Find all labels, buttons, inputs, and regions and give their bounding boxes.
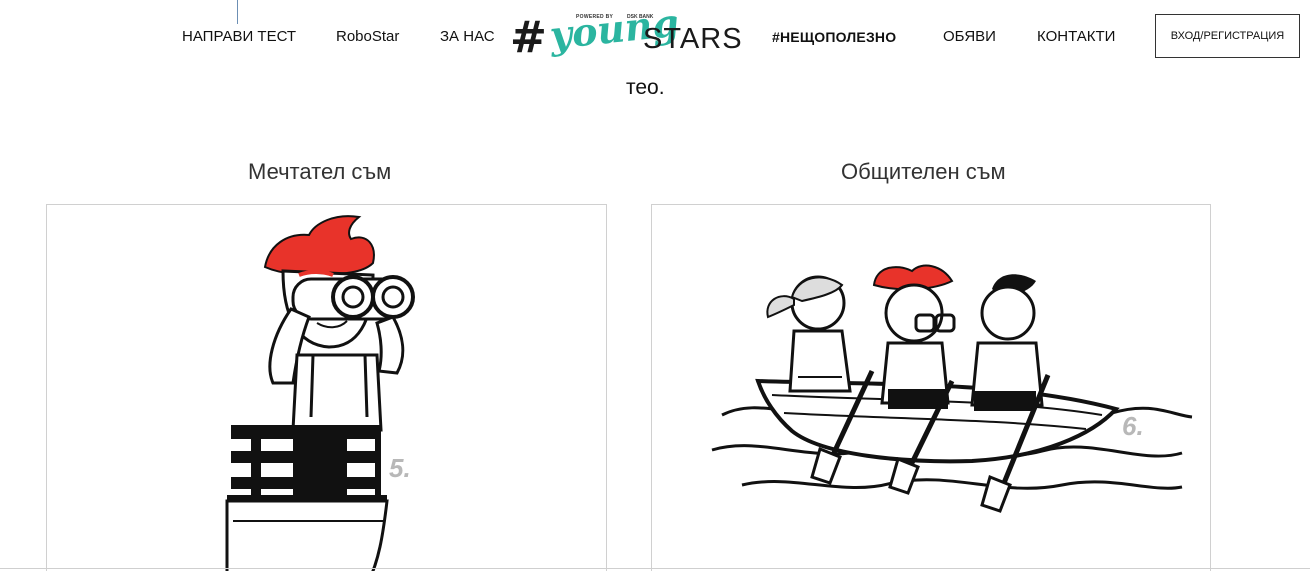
sociable-illustration bbox=[711, 264, 1193, 513]
card-dreamer[interactable]: 5. bbox=[46, 204, 607, 571]
page: НАПРАВИ ТЕСТ RoboStar ЗА НАС # POWERED B… bbox=[0, 0, 1310, 571]
nav-take-test[interactable]: НАПРАВИ ТЕСТ bbox=[182, 28, 296, 46]
card-title-sociable: Общителен съм bbox=[841, 159, 1006, 184]
card-number-6: 6. bbox=[1122, 411, 1144, 441]
card-sociable[interactable]: 6. bbox=[651, 204, 1211, 571]
nav-contacts[interactable]: КОНТАКТИ bbox=[1037, 28, 1115, 46]
logo-hash: # bbox=[510, 12, 547, 63]
card-title-dreamer: Мечтател съм bbox=[248, 159, 392, 184]
bottom-divider bbox=[0, 568, 1310, 569]
dreamer-illustration bbox=[225, 215, 415, 571]
card-number-5: 5. bbox=[389, 453, 411, 483]
nav-about[interactable]: ЗА НАС bbox=[440, 28, 495, 46]
site-logo[interactable]: # POWERED BY DSK BANK young STARS bbox=[510, 0, 758, 72]
intro-text: тео. bbox=[626, 76, 665, 99]
nav-useful[interactable]: #НЕЩОПОЛЕЗНО bbox=[772, 28, 896, 46]
nav-robostar[interactable]: RoboStar bbox=[336, 28, 399, 46]
top-divider bbox=[237, 0, 238, 24]
nav-ads[interactable]: ОБЯВИ bbox=[943, 28, 996, 46]
login-register-button[interactable]: ВХОД/РЕГИСТРАЦИЯ bbox=[1155, 14, 1300, 58]
logo-stars: STARS bbox=[643, 23, 743, 55]
